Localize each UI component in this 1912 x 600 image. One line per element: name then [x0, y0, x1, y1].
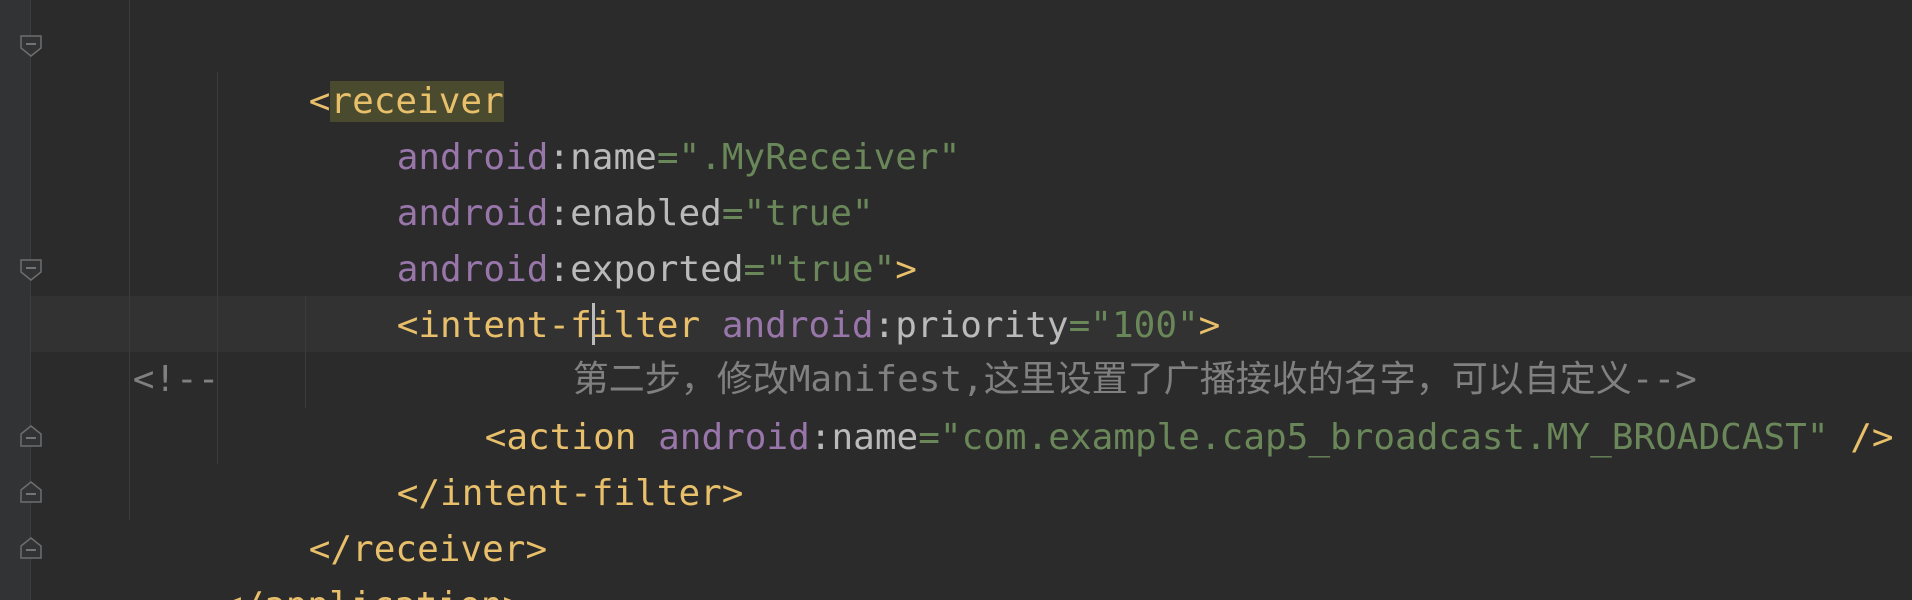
comment-open: <!-- — [132, 359, 220, 400]
fold-collapse-icon[interactable] — [19, 258, 43, 282]
code-line[interactable]: </receiver> — [222, 466, 547, 570]
editor-gutter — [0, 0, 31, 600]
attribute-name: name — [831, 417, 919, 458]
code-editor[interactable]: <receiver android:name=".MyReceiver" and… — [0, 0, 1912, 600]
code-line[interactable]: <receiver — [222, 18, 504, 122]
text-caret — [592, 303, 595, 345]
code-line[interactable]: android:exported="true"> — [310, 186, 917, 290]
attribute-value: "com.example.cap5_broadcast.MY_BROADCAST… — [939, 417, 1829, 458]
fold-collapse-icon[interactable] — [19, 34, 43, 58]
code-line[interactable]: android:enabled="true" — [310, 130, 874, 234]
code-line[interactable]: </application> — [134, 522, 524, 600]
code-line[interactable]: </intent-filter> — [310, 410, 744, 514]
indent-guide — [305, 296, 306, 408]
closing-tag: </application> — [221, 585, 524, 600]
fold-end-icon[interactable] — [19, 536, 43, 560]
fold-end-icon[interactable] — [19, 424, 43, 448]
comment-line[interactable]: 第二步，修改Manifest,这里设置了广播接收的名字，可以自定义--> — [486, 296, 1697, 400]
indent-guide — [129, 0, 130, 520]
comment-start[interactable]: <!-- — [46, 296, 220, 400]
code-line[interactable]: <intent-filter android:priority="100"> — [310, 242, 1221, 346]
tag-bracket: /> — [1828, 417, 1894, 458]
code-line[interactable]: <action android:name="com.example.cap5_b… — [398, 354, 1894, 458]
colon: : — [809, 417, 832, 458]
fold-end-icon[interactable] — [19, 480, 43, 504]
code-line[interactable]: android:name=".MyReceiver" — [310, 74, 961, 178]
equals: = — [918, 417, 940, 458]
